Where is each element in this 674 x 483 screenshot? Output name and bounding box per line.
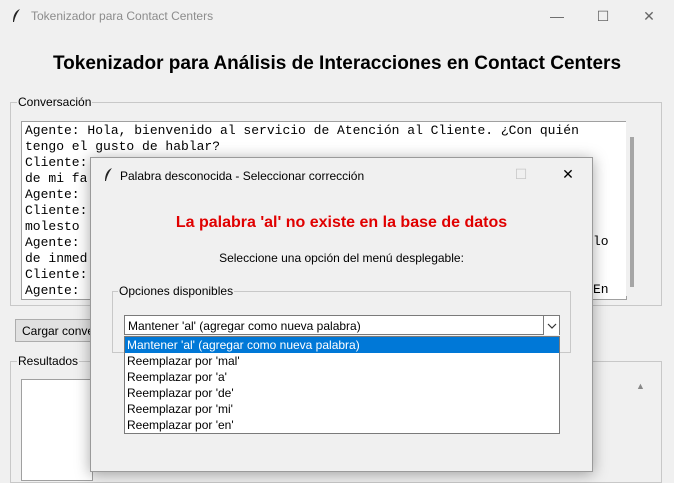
conversation-fragment: lo [593,234,609,249]
scroll-up-icon[interactable]: ▲ [636,381,645,391]
maximize-button[interactable]: ☐ [580,0,626,32]
close-button[interactable]: ✕ [626,0,672,32]
feather-icon [105,168,112,181]
conversation-label: Conversación [17,95,93,109]
conversation-scrollbar[interactable] [626,121,639,296]
conversation-line: Agente: Hola, bienvenido al servicio de … [25,123,579,138]
minimize-button[interactable]: — [534,0,580,32]
options-combobox[interactable]: Mantener 'al' (agregar como nueva palabr… [124,315,560,335]
results-label: Resultados [17,354,80,368]
list-item[interactable]: Reemplazar por 'de' [125,385,559,401]
correction-dialog: Palabra desconocida - Seleccionar correc… [90,157,593,472]
chevron-down-icon[interactable] [543,316,559,335]
page-title: Tokenizador para Análisis de Interaccion… [52,53,622,74]
scrollbar-thumb[interactable] [630,137,634,287]
load-conversation-button[interactable]: Cargar conve [15,319,97,342]
dialog-maximize-button: ☐ [514,165,528,182]
options-label: Opciones disponibles [118,284,235,298]
list-item[interactable]: Reemplazar por 'mal' [125,353,559,369]
dialog-close-button[interactable]: ✕ [545,158,591,190]
conversation-fragment: En [593,282,609,297]
dialog-title: Palabra desconocida - Seleccionar correc… [120,169,365,183]
list-item[interactable]: Reemplazar por 'mi' [125,401,559,417]
window-title: Tokenizador para Contact Centers [31,9,214,23]
error-message: La palabra 'al' no existe en la base de … [175,214,508,231]
conversation-line: tengo el gusto de hablar? [25,139,221,154]
options-dropdown-list[interactable]: Mantener 'al' (agregar como nueva palabr… [124,336,560,434]
combobox-value: Mantener 'al' (agregar como nueva palabr… [128,319,361,333]
list-item[interactable]: Mantener 'al' (agregar como nueva palabr… [125,337,559,353]
list-item[interactable]: Reemplazar por 'en' [125,417,559,433]
list-item[interactable]: Reemplazar por 'a' [125,369,559,385]
feather-icon [13,9,20,22]
results-textarea[interactable] [21,379,93,481]
instruction-text: Seleccione una opción del menú desplegab… [219,251,464,265]
title-bar: Tokenizador para Contact Centers — ☐ ✕ [0,0,674,32]
